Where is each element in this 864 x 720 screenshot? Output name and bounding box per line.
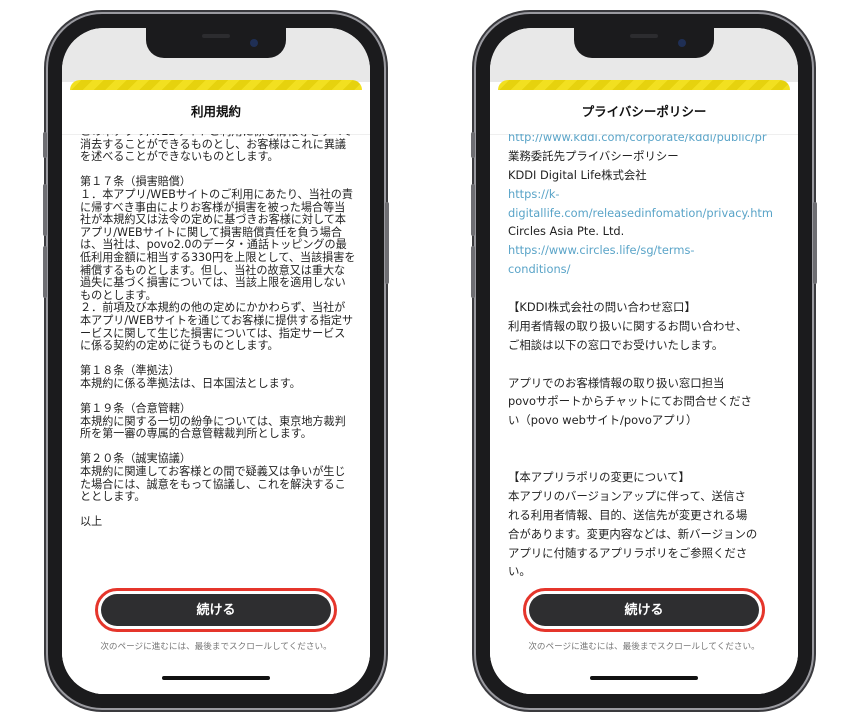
- home-indicator[interactable]: [590, 676, 698, 680]
- policy-text-line: KDDI Digital Life株式会社: [508, 167, 647, 182]
- policy-link[interactable]: https://k-: [508, 185, 798, 204]
- continue-button[interactable]: 続ける: [101, 594, 331, 626]
- privacy-sheet: プライバシーポリシー http://www.kddi.com/corporate…: [490, 90, 798, 694]
- mute-switch: [43, 132, 47, 158]
- sheet-footer: 続ける 次のページに進むには、最後までスクロールしてください。: [490, 584, 798, 694]
- mute-switch: [471, 132, 475, 158]
- sheet-title: プライバシーポリシー: [490, 90, 798, 135]
- policy-text-line: 業務委託先プライバシーポリシー: [508, 148, 679, 163]
- policy-text-line: アプリに付随するアプリラポリをご参照くださ: [508, 545, 748, 560]
- comparison-stage: 利用規約 この本アプリ/WEBサイトご利用に係る情報等をすべて消去することができ…: [0, 0, 864, 720]
- volume-down-button: [471, 246, 475, 298]
- volume-up-button: [43, 184, 47, 236]
- volume-down-button: [43, 246, 47, 298]
- policy-text-line: い（povo webサイト/povoアプリ）: [508, 413, 698, 428]
- policy-text-line: 本アプリのバージョンアップに伴って、送信さ: [508, 488, 746, 503]
- policy-link[interactable]: digitallife.com/releasedinfomation/priva…: [508, 204, 798, 223]
- policy-link[interactable]: https://www.circles.life/sg/terms-: [508, 241, 798, 260]
- policy-text-line: 合があります。変更内容などは、新バージョンの: [508, 526, 758, 541]
- speaker-grille: [202, 34, 230, 38]
- terms-sheet: 利用規約 この本アプリ/WEBサイトご利用に係る情報等をすべて消去することができ…: [62, 90, 370, 694]
- power-button: [385, 202, 389, 284]
- policy-link[interactable]: http://www.kddi.com/corporate/kddi/publi…: [508, 134, 798, 147]
- terms-body-text: この本アプリ/WEBサイトご利用に係る情報等をすべて消去することができるものとし…: [80, 134, 356, 529]
- phone-screen: プライバシーポリシー http://www.kddi.com/corporate…: [490, 28, 798, 694]
- front-camera-icon: [250, 39, 258, 47]
- speaker-grille: [630, 34, 658, 38]
- policy-text-line: アプリでのお客様情報の取り扱い窓口担当: [508, 375, 725, 390]
- privacy-body-text: http://www.kddi.com/corporate/kddi/publi…: [508, 134, 798, 581]
- phone-screen: 利用規約 この本アプリ/WEBサイトご利用に係る情報等をすべて消去することができ…: [62, 28, 370, 694]
- policy-text-line: povoサポートからチャットにてお問合せくださ: [508, 394, 752, 409]
- phone-terms: 利用規約 この本アプリ/WEBサイトご利用に係る情報等をすべて消去することができ…: [43, 14, 389, 708]
- notch: [146, 28, 286, 58]
- sheet-footer: 続ける 次のページに進むには、最後までスクロールしてください。: [62, 584, 370, 694]
- notch: [574, 28, 714, 58]
- privacy-scroll-area[interactable]: http://www.kddi.com/corporate/kddi/publi…: [490, 134, 798, 584]
- volume-up-button: [471, 184, 475, 236]
- policy-link[interactable]: conditions/: [508, 260, 798, 279]
- policy-text-line: い。: [508, 564, 531, 579]
- phone-privacy: プライバシーポリシー http://www.kddi.com/corporate…: [471, 14, 817, 708]
- continue-button[interactable]: 続ける: [529, 594, 759, 626]
- terms-scroll-area[interactable]: この本アプリ/WEBサイトご利用に係る情報等をすべて消去することができるものとし…: [62, 134, 370, 584]
- power-button: [813, 202, 817, 284]
- policy-text-line: Circles Asia Pte. Ltd.: [508, 224, 625, 239]
- policy-text-line: 【本アプリラポリの変更について】: [508, 470, 690, 485]
- policy-text-line: れる利用者情報、目的、送信先が変更される場: [508, 507, 748, 522]
- scroll-hint: 次のページに進むには、最後までスクロールしてください。: [100, 642, 332, 652]
- front-camera-icon: [678, 39, 686, 47]
- policy-text-line: 利用者情報の取り扱いに関するお問い合わせ、: [508, 318, 748, 333]
- policy-text-line: ご相談は以下の窓口でお受けいたします。: [508, 337, 724, 352]
- scroll-hint: 次のページに進むには、最後までスクロールしてください。: [528, 642, 760, 652]
- sheet-title: 利用規約: [62, 90, 370, 135]
- policy-text-line: 【KDDI株式会社の問い合わせ窓口】: [508, 300, 696, 315]
- home-indicator[interactable]: [162, 676, 270, 680]
